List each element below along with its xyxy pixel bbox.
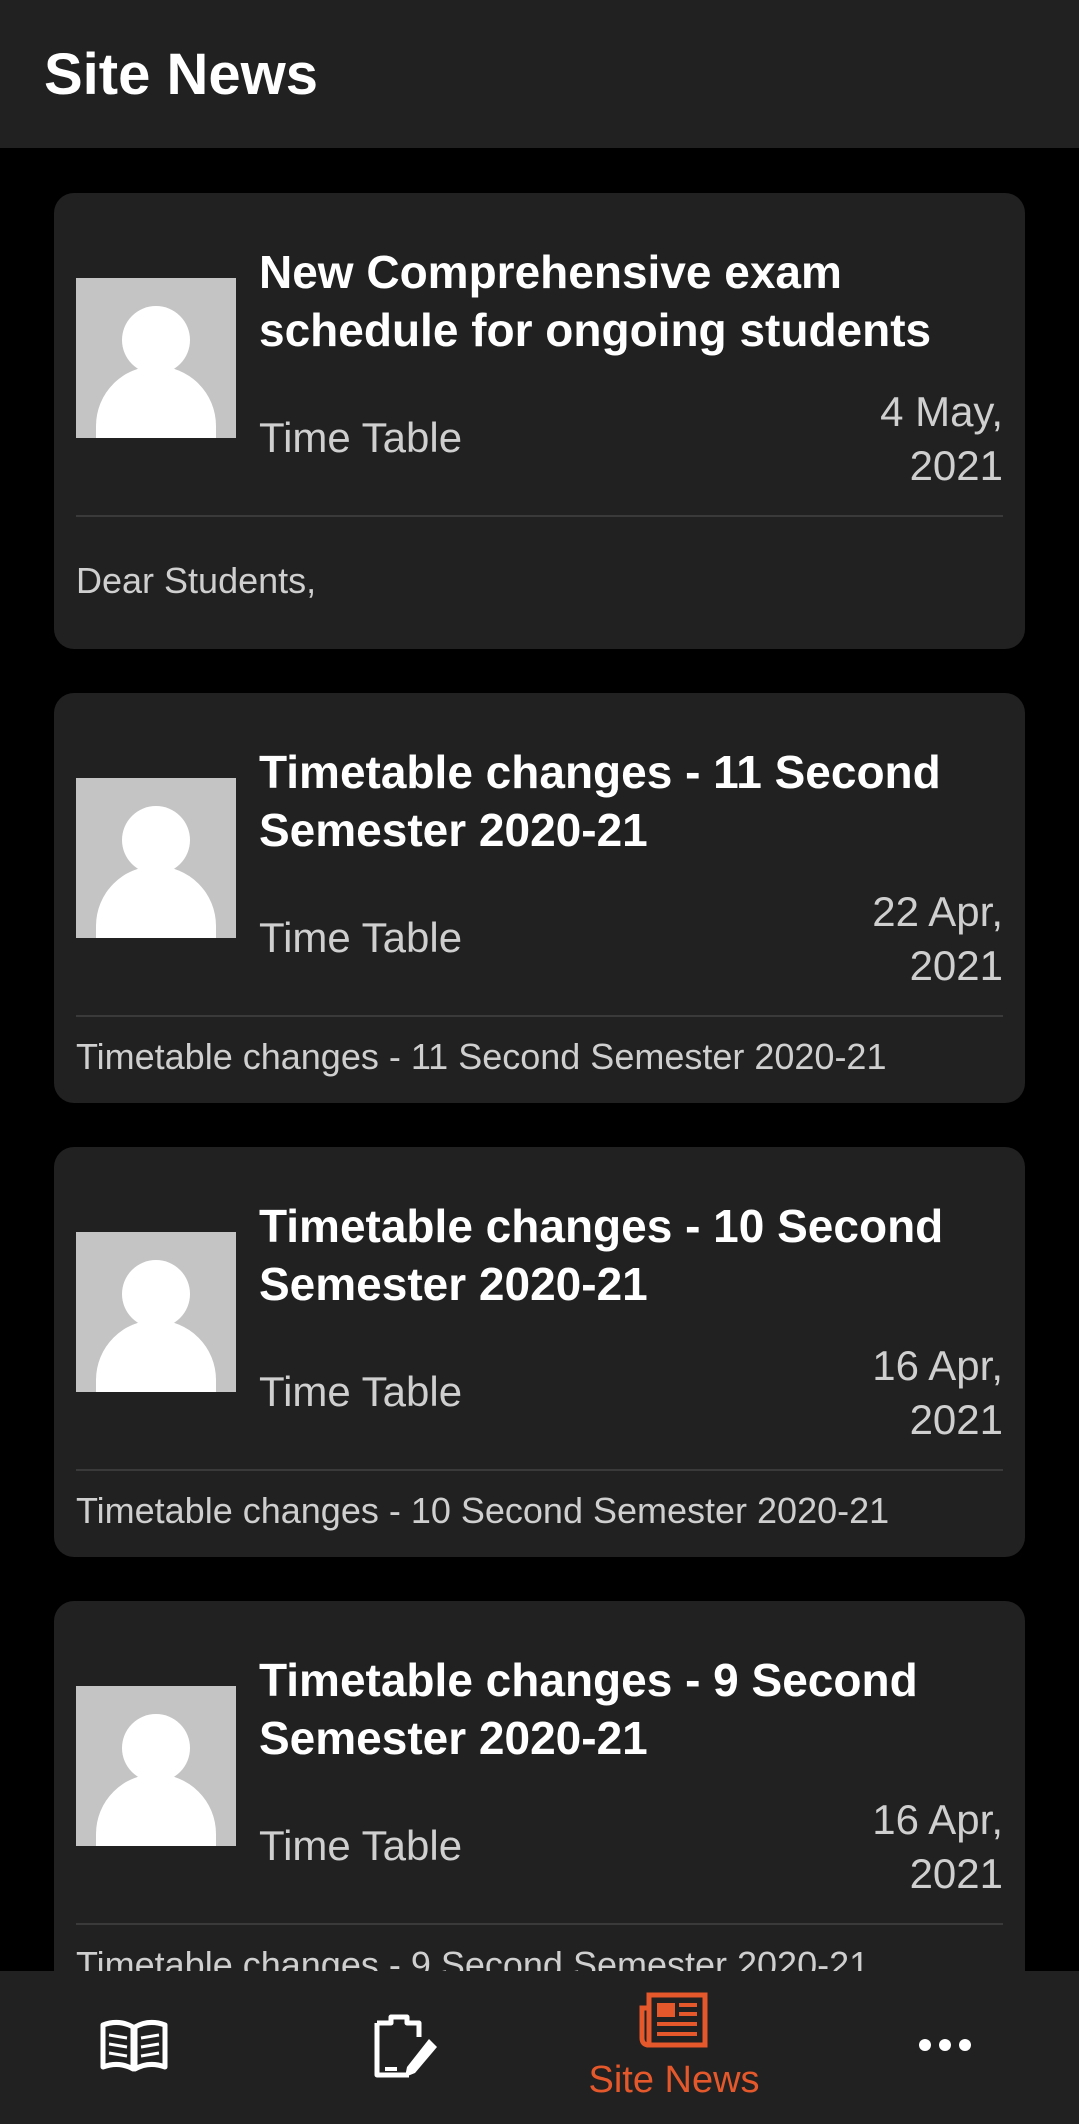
news-card[interactable]: Timetable changes - 11 Second Semester 2… [54, 693, 1025, 1103]
news-feed[interactable]: New Comprehensive exam schedule for ongo… [0, 148, 1079, 1971]
news-date: 22 Apr, 2021 [803, 885, 1003, 993]
page-title: Site News [44, 42, 318, 107]
more-horizontal-icon [915, 2035, 975, 2060]
news-category: Time Table [259, 414, 463, 461]
clipboard-edit-icon [369, 2009, 439, 2086]
avatar-body-shape [96, 866, 216, 938]
nav-assignments[interactable] [314, 1971, 494, 2124]
nav-site-news[interactable]: Site News [584, 1971, 764, 2124]
newspaper-icon [639, 1992, 709, 2053]
avatar-body-shape [96, 366, 216, 438]
author-avatar [76, 778, 236, 938]
book-icon [99, 2015, 169, 2080]
news-title: Timetable changes - 11 Second Semester 2… [259, 746, 941, 856]
news-date-year: 2021 [909, 1396, 1003, 1443]
news-summary: Dear Students, [76, 560, 317, 601]
news-date: 16 Apr, 2021 [803, 1793, 1003, 1901]
bottom-navigation: Site News [0, 1971, 1079, 2124]
news-summary: Timetable changes - 10 Second Semester 2… [76, 1490, 890, 1531]
nav-courses[interactable] [44, 1971, 224, 2124]
news-date-year: 2021 [909, 942, 1003, 989]
avatar-head-shape [122, 306, 190, 374]
news-date-day: 16 Apr, [872, 1342, 1003, 1389]
news-card[interactable]: New Comprehensive exam schedule for ongo… [54, 193, 1025, 649]
author-avatar [76, 1686, 236, 1846]
divider [76, 1015, 1003, 1017]
news-category: Time Table [259, 914, 463, 961]
news-date-year: 2021 [909, 1850, 1003, 1897]
news-date-day: 16 Apr, [872, 1796, 1003, 1843]
news-title: Timetable changes - 10 Second Semester 2… [259, 1200, 944, 1310]
divider [76, 1923, 1003, 1925]
nav-label-site-news: Site News [588, 2059, 760, 2101]
news-title: Timetable changes - 9 Second Semester 20… [259, 1654, 918, 1764]
avatar-head-shape [122, 806, 190, 874]
news-date: 16 Apr, 2021 [803, 1339, 1003, 1447]
news-date-day: 22 Apr, [872, 888, 1003, 935]
news-summary: Timetable changes - 9 Second Semester 20… [76, 1944, 870, 1971]
news-date: 4 May, 2021 [803, 385, 1003, 493]
news-category: Time Table [259, 1822, 463, 1869]
app-bar: Site News [0, 0, 1079, 148]
nav-more[interactable] [855, 1971, 1035, 2124]
avatar-head-shape [122, 1260, 190, 1328]
divider [76, 1469, 1003, 1471]
news-title: New Comprehensive exam schedule for ongo… [259, 246, 932, 356]
author-avatar [76, 1232, 236, 1392]
divider [76, 515, 1003, 517]
author-avatar [76, 278, 236, 438]
news-card[interactable]: Timetable changes - 10 Second Semester 2… [54, 1147, 1025, 1557]
news-category: Time Table [259, 1368, 463, 1415]
news-date-year: 2021 [909, 442, 1003, 489]
news-summary: Timetable changes - 11 Second Semester 2… [76, 1036, 887, 1077]
avatar-body-shape [96, 1774, 216, 1846]
news-card[interactable]: Timetable changes - 9 Second Semester 20… [54, 1601, 1025, 1971]
avatar-body-shape [96, 1320, 216, 1392]
news-date-day: 4 May, [880, 388, 1003, 435]
avatar-head-shape [122, 1714, 190, 1782]
